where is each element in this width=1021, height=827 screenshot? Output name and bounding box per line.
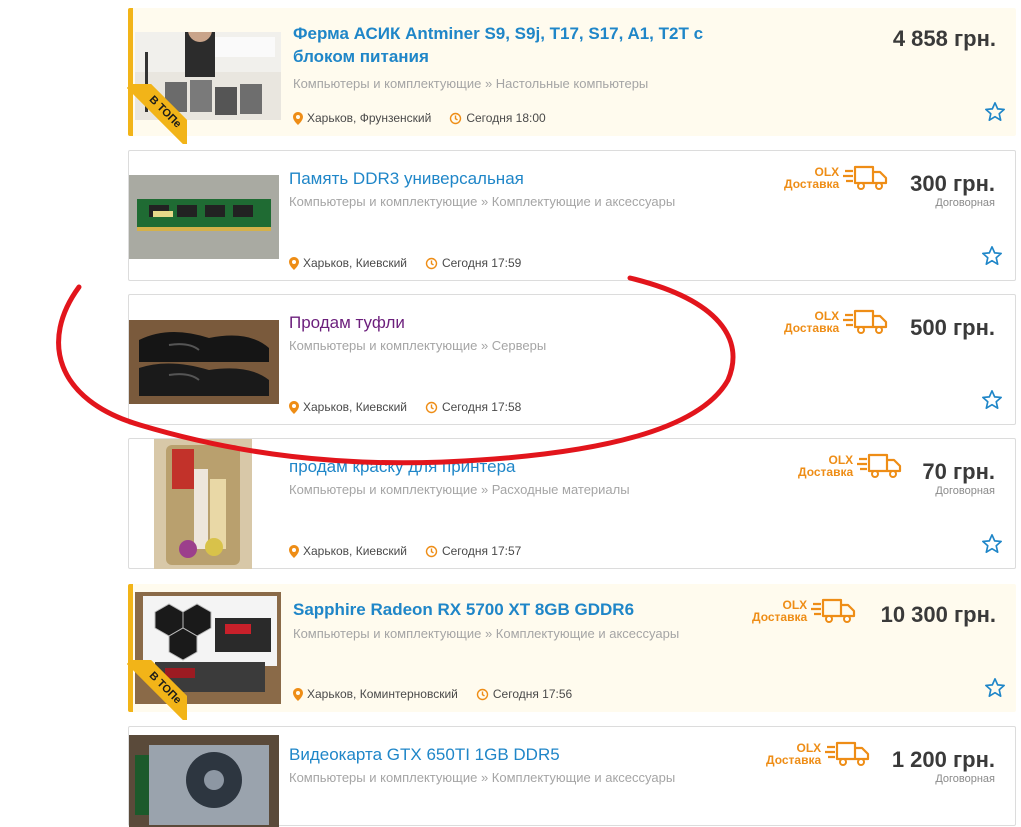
listing-card[interactable]: В ТОПе Ферма АСИК Antminer S9, S9j, T17,… [127,8,1016,144]
location-pin-icon [289,256,299,270]
negotiable-label: Договорная [935,485,995,497]
listing-price: 10 300 грн. [880,602,996,627]
delivery-truck-icon [843,165,888,190]
location-pin-icon [293,111,303,125]
listing-meta: Харьков, Киевский Сегодня 17:58 [289,400,539,414]
listing-title[interactable]: продам краску для принтера [289,455,729,478]
star-outline-icon[interactable] [981,245,1003,267]
listing-title[interactable]: Продам туфли [289,311,729,334]
top-badge: В ТОПе [127,84,187,144]
olx-delivery-badge: OLX Доставка [798,453,903,479]
listing-title[interactable]: Ферма АСИК Antminer S9, S9j, T17, S17, A… [293,22,723,68]
delivery-label: Доставка [766,753,822,767]
listing-category: Компьютеры и комплектующие » Комплектующ… [293,626,680,641]
listing-category: Компьютеры и комплектующие » Комплектующ… [289,770,676,785]
clock-history-icon [476,688,489,700]
listing-time: Сегодня 18:00 [466,111,546,125]
listing-category: Компьютеры и комплектующие » Серверы [289,338,547,353]
listing-photo[interactable] [154,439,252,569]
star-outline-icon[interactable] [981,389,1003,411]
listing-card[interactable]: Видеокарта GTX 650TI 1GB DDR5 Компьютеры… [128,726,1016,827]
listing-time: Сегодня 17:56 [492,687,573,701]
listing-price: 500 грн. [910,315,995,340]
listing-location: Харьков, Киевский [303,256,407,270]
location-pin-icon [289,544,299,558]
listing-title[interactable]: Видеокарта GTX 650TI 1GB DDR5 [289,743,729,766]
olx-delivery-badge: OLX Доставка [766,741,871,767]
location-pin-icon [289,400,299,414]
listing-card[interactable]: В ТОПе Sapphire Radeon RX 5700 XT 8GB GD… [127,584,1016,720]
delivery-truck-icon [843,309,888,334]
clock-history-icon [425,257,438,269]
star-outline-icon[interactable] [981,533,1003,555]
negotiable-label: Договорная [935,773,995,785]
listing-title[interactable]: Sapphire Radeon RX 5700 XT 8GB GDDR6 [293,598,723,621]
listing-category: Компьютеры и комплектующие » Настольные … [293,76,649,91]
listing-card[interactable]: продам краску для принтера Компьютеры и … [128,438,1016,569]
listing-time: Сегодня 17:59 [441,256,522,270]
listing-meta: Харьков, Киевский Сегодня 17:57 [289,544,539,558]
listing-title[interactable]: Память DDR3 универсальная [289,167,729,190]
listing-price: 300 грн. [910,171,995,196]
clock-history-icon [450,112,462,124]
negotiable-label: Договорная [935,197,995,209]
listing-location: Харьков, Киевский [303,544,407,558]
listing-meta: Харьков, Коминтерновский Сегодня 17:56 [293,687,590,701]
delivery-label: Доставка [784,177,840,191]
listing-card[interactable]: Продам туфли Компьютеры и комплектующие … [128,294,1016,425]
listing-meta: Харьков, Фрунзенский Сегодня 18:00 [293,111,564,125]
delivery-label: Доставка [784,321,840,335]
listing-price: 1 200 грн. [891,747,995,772]
listing-category: Компьютеры и комплектующие » Комплектующ… [289,194,676,209]
listing-price: 70 грн. [922,459,995,484]
listing-meta: Харьков, Киевский Сегодня 17:59 [289,256,539,270]
olx-delivery-badge: OLX Доставка [752,598,857,624]
star-outline-icon[interactable] [984,101,1006,123]
listing-location: Харьков, Фрунзенский [307,111,432,125]
listing-location: Харьков, Киевский [303,400,407,414]
olx-delivery-badge: OLX Доставка [784,309,889,335]
listing-category: Компьютеры и комплектующие » Расходные м… [289,482,630,497]
listing-location: Харьков, Коминтерновский [307,687,458,701]
listing-card[interactable]: Память DDR3 универсальная Компьютеры и к… [128,150,1016,281]
listing-time: Сегодня 17:58 [441,400,522,414]
listing-photo[interactable] [129,735,279,827]
listing-photo[interactable] [129,320,279,404]
top-badge: В ТОПе [127,660,187,720]
clock-history-icon [425,545,438,557]
delivery-label: Доставка [798,465,854,479]
listing-photo[interactable] [129,175,279,259]
delivery-truck-icon [811,598,856,623]
delivery-label: Доставка [752,610,808,624]
listing-price: 4 858 грн. [892,26,996,51]
star-outline-icon[interactable] [984,677,1006,699]
location-pin-icon [293,687,303,701]
listing-time: Сегодня 17:57 [441,544,522,558]
delivery-truck-icon [825,741,870,766]
clock-history-icon [425,401,438,413]
delivery-truck-icon [857,453,902,478]
olx-delivery-badge: OLX Доставка [784,165,889,191]
